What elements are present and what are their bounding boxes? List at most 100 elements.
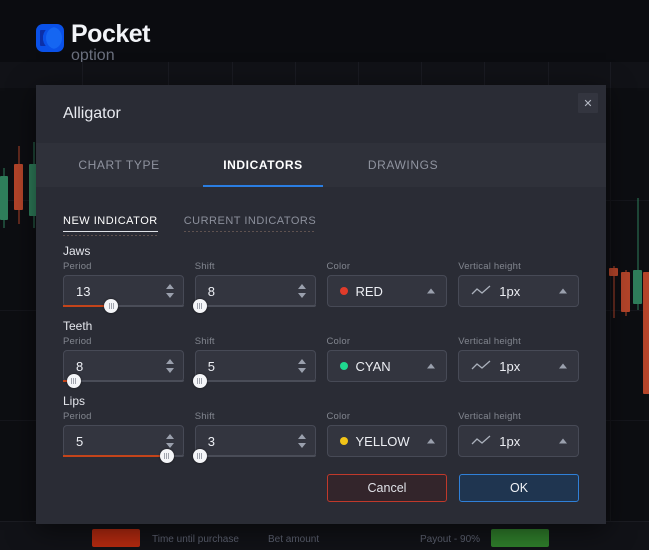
- tab-drawings[interactable]: DRAWINGS: [338, 143, 468, 187]
- brand-logo[interactable]: Pocket option: [36, 22, 150, 64]
- slider-handle[interactable]: [67, 374, 81, 388]
- stepper-icon[interactable]: [298, 359, 306, 373]
- line-thickness-icon: [471, 285, 491, 297]
- indicator-subtabs: NEW INDICATOR CURRENT INDICATORS: [63, 187, 579, 232]
- chevron-up-icon[interactable]: [427, 289, 435, 294]
- lips-shift-input[interactable]: 3: [195, 425, 316, 457]
- color-swatch-icon: [340, 362, 348, 370]
- stepper-icon[interactable]: [298, 434, 306, 448]
- jaws-height-field: Vertical height 1px: [458, 261, 579, 307]
- lips-height-value: 1px: [499, 434, 520, 449]
- candlestick: [609, 266, 618, 318]
- ok-button[interactable]: OK: [459, 474, 579, 502]
- jaws-color-select[interactable]: RED: [327, 275, 448, 307]
- candlestick: [643, 272, 649, 394]
- color-swatch-icon: [340, 287, 348, 295]
- app-root: Pocket option: [0, 0, 649, 550]
- lips-period-input[interactable]: 5: [63, 425, 184, 457]
- subtab-current-indicators[interactable]: CURRENT INDICATORS: [184, 215, 316, 232]
- jaws-height-select[interactable]: 1px: [458, 275, 579, 307]
- field-row: Period 5 Shift 3: [63, 411, 579, 457]
- slider-handle[interactable]: [193, 449, 207, 463]
- chevron-up-icon[interactable]: [427, 364, 435, 369]
- stepper-icon[interactable]: [298, 284, 306, 298]
- lips-period-field: Period 5: [63, 411, 184, 457]
- jaws-color-field: Color RED: [327, 261, 448, 307]
- stepper-icon[interactable]: [166, 434, 174, 448]
- bet-amount-label: Bet amount: [268, 534, 319, 545]
- jaws-period-input[interactable]: 13: [63, 275, 184, 307]
- teeth-height-value: 1px: [499, 359, 520, 374]
- lips-color-value: YELLOW: [356, 434, 410, 449]
- slider-handle[interactable]: [193, 374, 207, 388]
- group-title: Teeth: [63, 319, 579, 333]
- group-title: Lips: [63, 394, 579, 408]
- put-button[interactable]: [92, 529, 140, 547]
- tab-indicators[interactable]: INDICATORS: [198, 143, 328, 187]
- slider-handle[interactable]: [193, 299, 207, 313]
- teeth-color-select[interactable]: CYAN: [327, 350, 448, 382]
- indicator-group-jaws: Jaws Period 13: [63, 244, 579, 307]
- candlestick: [633, 198, 642, 310]
- chevron-up-icon[interactable]: [427, 439, 435, 444]
- lips-period-slider[interactable]: [63, 455, 184, 457]
- cancel-button[interactable]: Cancel: [327, 474, 447, 502]
- page-title: Alligator: [63, 105, 121, 123]
- slider-handle[interactable]: [160, 449, 174, 463]
- teeth-shift-value: 5: [208, 359, 215, 374]
- teeth-period-field: Period 8: [63, 336, 184, 382]
- group-title: Jaws: [63, 244, 579, 258]
- teeth-shift-slider[interactable]: [195, 380, 316, 382]
- lips-height-field: Vertical height 1px: [458, 411, 579, 457]
- dialog-tabbar: CHART TYPE INDICATORS DRAWINGS: [36, 143, 606, 187]
- field-label-color: Color: [327, 261, 448, 272]
- indicator-settings-dialog: Alligator ✕ CHART TYPE INDICATORS DRAWIN…: [36, 85, 606, 524]
- jaws-shift-input[interactable]: 8: [195, 275, 316, 307]
- call-button[interactable]: [491, 529, 549, 547]
- line-thickness-icon: [471, 435, 491, 447]
- jaws-period-value: 13: [76, 284, 90, 299]
- indicator-group-lips: Lips Period 5: [63, 394, 579, 457]
- lips-shift-slider[interactable]: [195, 455, 316, 457]
- jaws-shift-field: Shift 8: [195, 261, 316, 307]
- field-label-vertical-height: Vertical height: [458, 261, 579, 272]
- jaws-period-field: Period 13: [63, 261, 184, 307]
- chevron-up-icon[interactable]: [559, 439, 567, 444]
- teeth-height-select[interactable]: 1px: [458, 350, 579, 382]
- payout-label: Payout - 90%: [420, 534, 480, 545]
- line-thickness-icon: [471, 360, 491, 372]
- candlestick: [621, 270, 630, 316]
- teeth-period-input[interactable]: 8: [63, 350, 184, 382]
- lips-color-select[interactable]: YELLOW: [327, 425, 448, 457]
- stepper-icon[interactable]: [166, 359, 174, 373]
- stepper-icon[interactable]: [166, 284, 174, 298]
- field-label-vertical-height: Vertical height: [458, 336, 579, 347]
- trade-bottom-bar[interactable]: Time until purchase Bet amount Payout - …: [0, 521, 649, 550]
- chevron-up-icon[interactable]: [559, 289, 567, 294]
- close-icon[interactable]: ✕: [578, 93, 598, 113]
- teeth-period-slider[interactable]: [63, 380, 184, 382]
- jaws-period-slider[interactable]: [63, 305, 184, 307]
- brand-logo-text: Pocket option: [71, 22, 150, 64]
- jaws-shift-value: 8: [208, 284, 215, 299]
- chevron-up-icon[interactable]: [559, 364, 567, 369]
- field-row: Period 13 Shift 8: [63, 261, 579, 307]
- candlestick: [0, 168, 8, 228]
- field-label-period: Period: [63, 336, 184, 347]
- top-header-bar: Pocket option: [0, 0, 649, 62]
- lips-height-select[interactable]: 1px: [458, 425, 579, 457]
- field-label-color: Color: [327, 336, 448, 347]
- toolbar-divider: [610, 62, 611, 88]
- subtab-new-indicator[interactable]: NEW INDICATOR: [63, 215, 158, 232]
- field-label-vertical-height: Vertical height: [458, 411, 579, 422]
- tab-chart-type[interactable]: CHART TYPE: [54, 143, 184, 187]
- field-label-shift: Shift: [195, 411, 316, 422]
- field-label-shift: Shift: [195, 261, 316, 272]
- slider-handle[interactable]: [104, 299, 118, 313]
- jaws-height-value: 1px: [499, 284, 520, 299]
- field-label-period: Period: [63, 261, 184, 272]
- brand-name-primary: Pocket: [71, 22, 150, 47]
- jaws-shift-slider[interactable]: [195, 305, 316, 307]
- teeth-shift-input[interactable]: 5: [195, 350, 316, 382]
- teeth-shift-field: Shift 5: [195, 336, 316, 382]
